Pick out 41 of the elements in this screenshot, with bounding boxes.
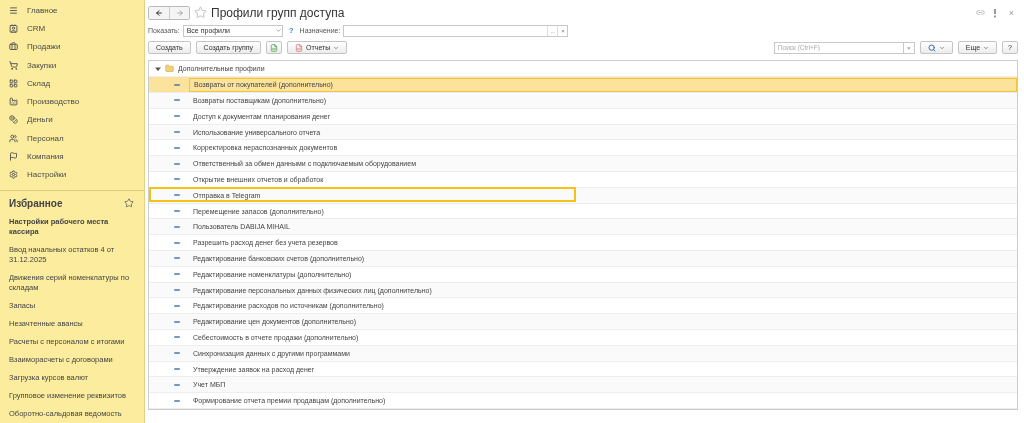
cart-icon [9,60,18,70]
document-icon [270,43,279,52]
search-button[interactable] [919,41,953,55]
people-icon [9,133,18,143]
caret-icon [983,44,990,51]
settings-icon [9,170,18,180]
nav-item[interactable]: Склад [0,74,144,93]
caret-icon [274,27,282,35]
flag-icon [9,152,18,161]
nav-item[interactable]: Производство [0,92,144,111]
nav-item[interactable]: Настройки [0,165,144,184]
link-icon[interactable] [975,8,985,17]
nav-item[interactable]: Деньги [0,110,144,130]
arrow-left-icon [155,8,163,17]
coins-icon [9,115,18,125]
favorites-title: Избранное [9,197,63,209]
forward-button[interactable] [169,6,189,19]
nav-item[interactable]: Закупки [0,55,144,75]
report-icon [295,43,304,52]
nav-item[interactable]: Персонал [0,129,144,148]
star-icon[interactable] [124,198,134,209]
back-button[interactable] [149,6,169,19]
grid-icon [9,78,18,88]
help-link[interactable]: ? [288,26,294,36]
contact-card-icon [9,23,18,33]
nav-item[interactable]: Главное [0,1,144,20]
arrow-right-icon [175,8,184,17]
more-icon[interactable] [992,7,997,18]
menu-icon [9,5,18,15]
nav-item[interactable]: CRM [0,19,144,38]
nav-item[interactable]: Компания [0,147,144,166]
caret-icon [938,44,945,51]
expanded-caret-icon[interactable] [155,65,161,72]
nav-item[interactable]: Продажи [0,37,144,56]
briefcase-icon [9,42,18,52]
caret-icon [333,44,340,51]
factory-icon [9,97,18,107]
folder-icon [165,64,174,74]
search-icon [927,43,936,52]
window-title: Профили групп доступа [211,5,345,20]
copy-button[interactable] [266,41,283,55]
